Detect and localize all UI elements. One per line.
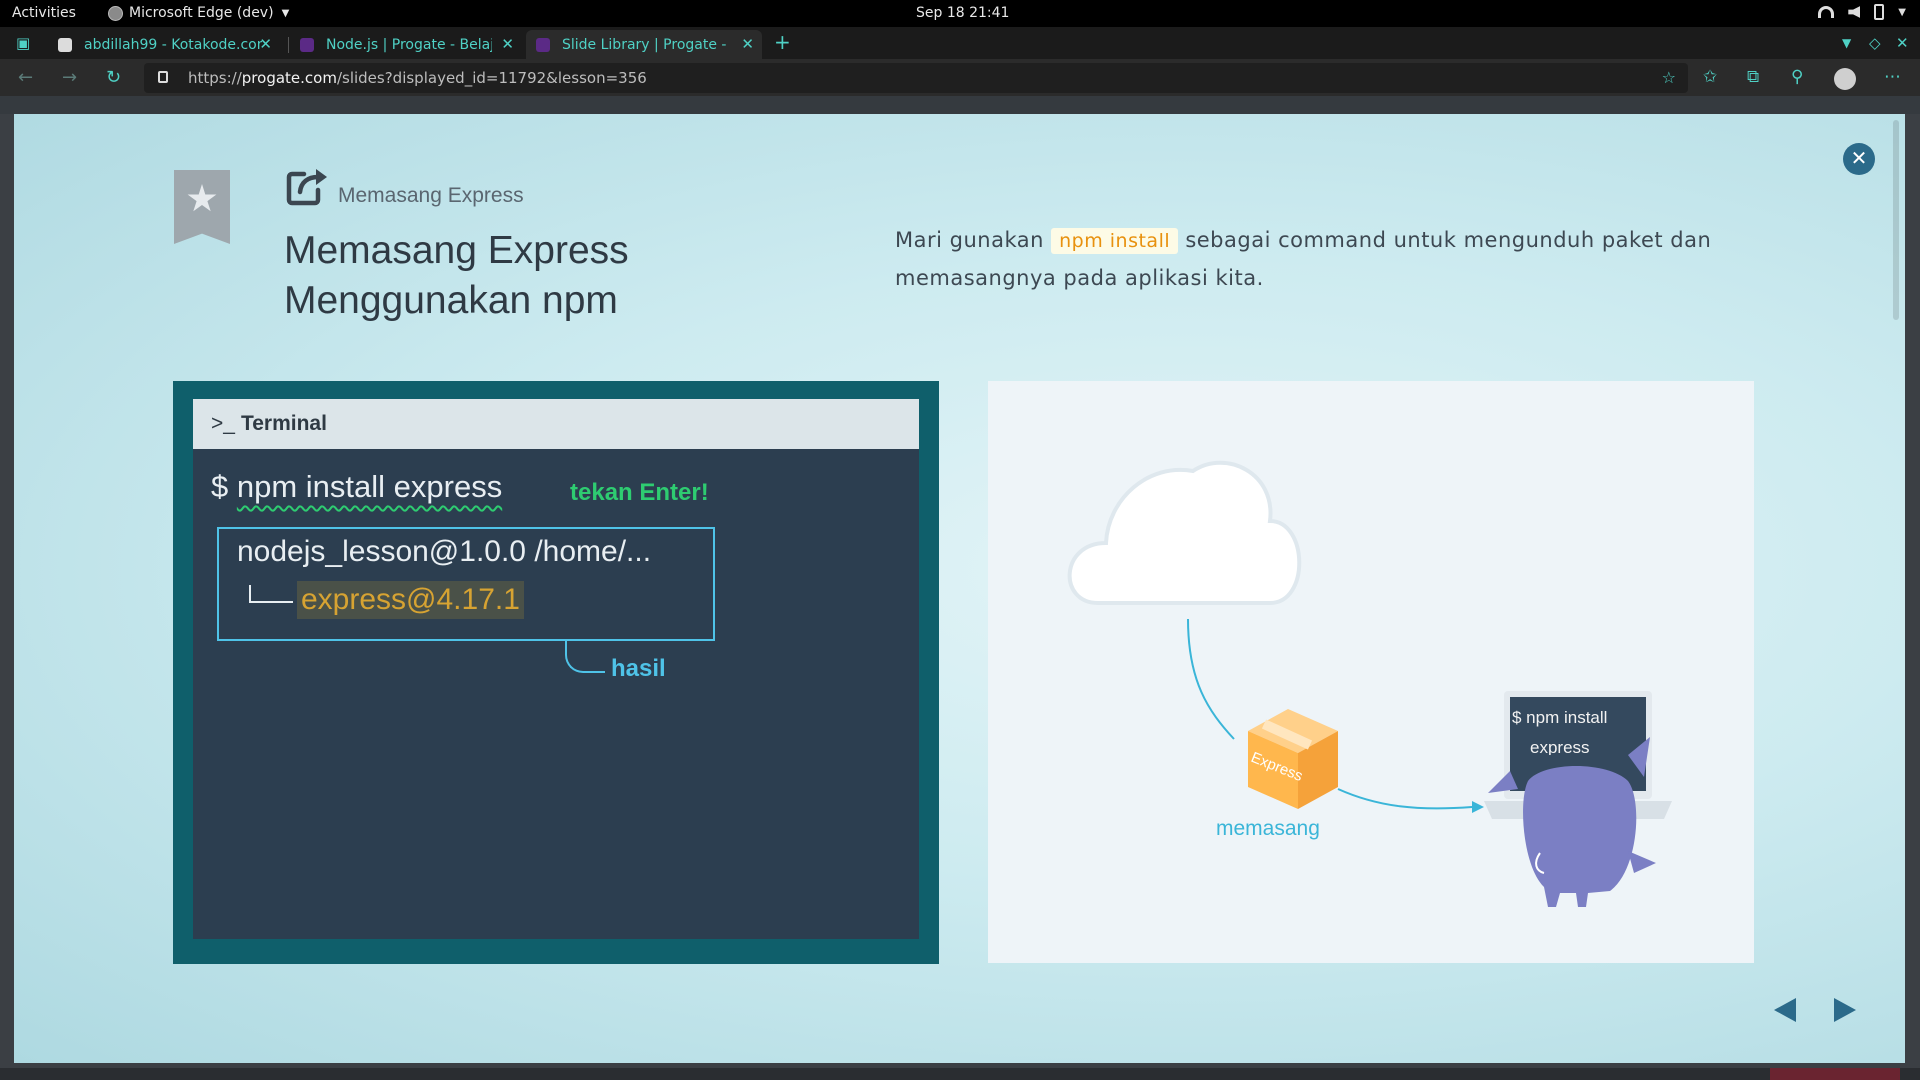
collections-icon[interactable]: ⧉ (1747, 67, 1759, 87)
new-tab-icon[interactable]: + (774, 30, 791, 54)
terminal-prompt-icon: >_ (211, 412, 235, 435)
external-link-icon (286, 169, 327, 206)
system-top-bar: Activities Microsoft Edge (dev) ▼ Sep 18… (0, 0, 1920, 27)
back-icon[interactable]: ← (18, 67, 33, 88)
profile-avatar[interactable] (1834, 68, 1856, 90)
chevron-down-icon: ▼ (1898, 6, 1906, 18)
close-tab-icon[interactable]: ✕ (259, 35, 272, 53)
result-label: hasil (611, 655, 666, 682)
tab-title: Slide Library | Progate - Belajar (562, 36, 732, 53)
extensions-icon[interactable]: ⚲ (1791, 67, 1803, 87)
activities-button[interactable]: Activities (12, 5, 76, 21)
favorites-icon[interactable]: ✩ (1703, 67, 1717, 87)
tab-list-icon[interactable]: ▼ (1842, 36, 1851, 50)
close-tab-icon[interactable]: ✕ (501, 35, 514, 53)
forward-icon[interactable]: → (62, 67, 77, 88)
command-text: npm install express (236, 469, 503, 504)
install-result-box: nodejs_lesson@1.0.0 /home/... express@4.… (217, 527, 715, 641)
tab-kotakode[interactable]: abdillah99 - Kotakode.com ✕ (48, 30, 280, 59)
slide-title: Memasang Express Menggunakan npm (284, 226, 804, 326)
page-footer-button (1770, 1068, 1900, 1080)
laptop-screen-text: $ npm install express (1512, 703, 1632, 755)
lesson-breadcrumb: Memasang Express (338, 184, 524, 207)
kotakode-favicon-icon (58, 37, 72, 52)
battery-icon (1874, 4, 1885, 20)
next-slide-button[interactable] (1834, 998, 1856, 1022)
app-menu[interactable]: Microsoft Edge (dev) ▼ (108, 5, 289, 21)
lock-icon[interactable] (158, 71, 168, 83)
tab-slide-library[interactable]: Slide Library | Progate - Belajar ✕ (526, 30, 762, 59)
modal-scrollbar[interactable] (1893, 120, 1899, 320)
cloud-icon (1067, 460, 1302, 605)
close-slide-button[interactable]: ✕ (1843, 143, 1875, 175)
slide-title-line: Menggunakan npm (284, 279, 618, 322)
close-tab-icon[interactable]: ✕ (741, 35, 754, 53)
page-footer-strip (0, 1068, 1920, 1080)
install-arrow-label: memasang (1216, 817, 1320, 840)
slide-title-line: Memasang Express (284, 229, 629, 272)
tab-actions-icon[interactable]: ▣ (16, 34, 30, 52)
express-package-icon: Express (1248, 709, 1338, 809)
address-toolbar: ← → ↻ https://progate.com/slides?display… (0, 59, 1920, 96)
minimize-window-icon[interactable]: ◇ (1869, 34, 1881, 52)
wifi-icon (1818, 6, 1835, 18)
terminal-panel: >_ Terminal $ npm install express tekan E… (173, 381, 939, 964)
laptop-line: $ npm install (1512, 708, 1608, 727)
progate-favicon-icon (300, 37, 314, 52)
more-menu-icon[interactable]: ⋯ (1884, 67, 1901, 87)
enter-hint: tekan Enter! (570, 479, 709, 506)
tree-connector (249, 585, 293, 603)
add-favorite-icon[interactable]: ☆ (1662, 68, 1676, 87)
result-line-express: express@4.17.1 (297, 581, 524, 619)
clock[interactable]: Sep 18 21:41 (916, 5, 1009, 21)
terminal-header: >_ Terminal (193, 399, 919, 449)
install-illustration: Express memasang $ npm install express (988, 381, 1754, 963)
page-header-strip (0, 96, 1920, 114)
chevron-down-icon: ▼ (281, 7, 290, 19)
volume-icon (1848, 6, 1861, 18)
url-bar[interactable]: https://progate.com/slides?displayed_id=… (144, 63, 1688, 93)
url-text[interactable]: https://progate.com/slides?displayed_id=… (188, 69, 647, 87)
laptop-line: express (1530, 738, 1590, 755)
illustration-drawing: Express (1067, 460, 1672, 907)
tab-nodejs-progate[interactable]: Node.js | Progate - Belajar ✕ (290, 30, 522, 59)
star-icon (187, 184, 217, 212)
progate-favicon-icon (536, 37, 550, 52)
terminal-window: >_ Terminal $ npm install express tekan E… (193, 399, 919, 939)
slide-modal: ✕ Memasang Express Memasang Express Meng… (14, 114, 1905, 1063)
terminal-title: Terminal (240, 412, 327, 435)
close-window-icon[interactable]: ✕ (1896, 34, 1909, 52)
tab-title: Node.js | Progate - Belajar (326, 36, 492, 53)
reload-icon[interactable]: ↻ (106, 67, 121, 88)
previous-slide-button[interactable] (1774, 998, 1796, 1022)
terminal-command: $ npm install express (211, 469, 503, 504)
system-tray[interactable]: ▼ (1818, 4, 1906, 20)
result-pointer-line (565, 639, 605, 673)
tab-strip: ▣ abdillah99 - Kotakode.com ✕ Node.js | … (0, 27, 1920, 59)
app-name: Microsoft Edge (dev) (129, 5, 274, 21)
result-line-package: nodejs_lesson@1.0.0 /home/... (237, 535, 652, 568)
bookmark-button[interactable] (174, 170, 230, 244)
tab-separator (288, 37, 289, 53)
inline-code: npm install (1051, 228, 1179, 254)
tab-title: abdillah99 - Kotakode.com (84, 36, 262, 53)
edge-app-icon (108, 5, 123, 21)
slide-description: Mari gunakan npm install sebagai command… (895, 228, 1712, 290)
